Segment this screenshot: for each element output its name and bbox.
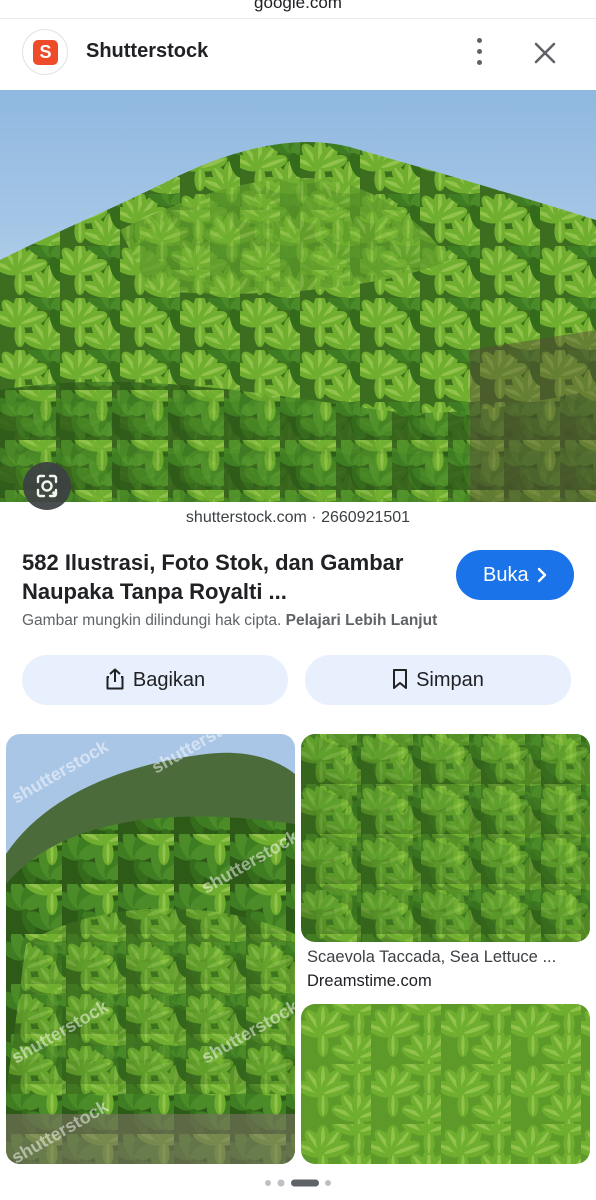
- open-button-label: Buka: [483, 564, 529, 586]
- learn-more-link[interactable]: Pelajari Lebih Lanjut: [286, 612, 438, 629]
- related-caption[interactable]: Scaevola Taccada, Sea Lettuce ...: [307, 948, 583, 967]
- page-indicator: [0, 1176, 596, 1188]
- result-header: S Shutterstock: [0, 18, 596, 90]
- url-bar[interactable]: google.com: [0, 0, 596, 19]
- shutterstock-logo-icon: S: [33, 40, 58, 65]
- share-label: Bagikan: [132, 669, 206, 691]
- copyright-notice: Gambar mungkin dilindungi hak cipta. Pel…: [22, 612, 437, 630]
- share-icon: [106, 668, 124, 690]
- lens-icon[interactable]: [23, 462, 71, 510]
- image-source: shutterstock.com · 2660921501: [185, 509, 411, 526]
- hero-image[interactable]: [0, 90, 596, 502]
- share-button[interactable]: Bagikan: [22, 655, 288, 705]
- related-image-3[interactable]: [301, 1004, 590, 1164]
- site-logo: S: [22, 29, 68, 75]
- save-label: Simpan: [416, 669, 484, 691]
- copyright-text: Gambar mungkin dilindungi hak cipta.: [22, 612, 282, 629]
- page-dot: [325, 1180, 331, 1186]
- result-title[interactable]: 582 Ilustrasi, Foto Stok, dan Gambar Nau…: [22, 548, 432, 606]
- close-icon[interactable]: [528, 36, 562, 70]
- url-text: google.com: [254, 0, 342, 12]
- result-title-line2: Naupaka Tanpa Royalti ...: [22, 579, 287, 604]
- related-image-2[interactable]: [301, 734, 590, 942]
- chevron-right-icon: [537, 567, 547, 583]
- result-title-line1: 582 Ilustrasi, Foto Stok, dan Gambar: [22, 550, 404, 575]
- page-dot: [265, 1180, 271, 1186]
- save-button[interactable]: Simpan: [305, 655, 571, 705]
- bookmark-icon: [393, 668, 408, 689]
- page-dot: [277, 1179, 285, 1187]
- open-button[interactable]: Buka: [456, 550, 574, 600]
- more-vert-icon[interactable]: [462, 32, 498, 72]
- page-dot-active: [291, 1179, 319, 1187]
- related-image-1[interactable]: shutterstock shutterstock shutterstock s…: [6, 734, 295, 1164]
- site-name: Shutterstock: [86, 40, 209, 62]
- related-source[interactable]: Dreamstime.com: [307, 972, 432, 991]
